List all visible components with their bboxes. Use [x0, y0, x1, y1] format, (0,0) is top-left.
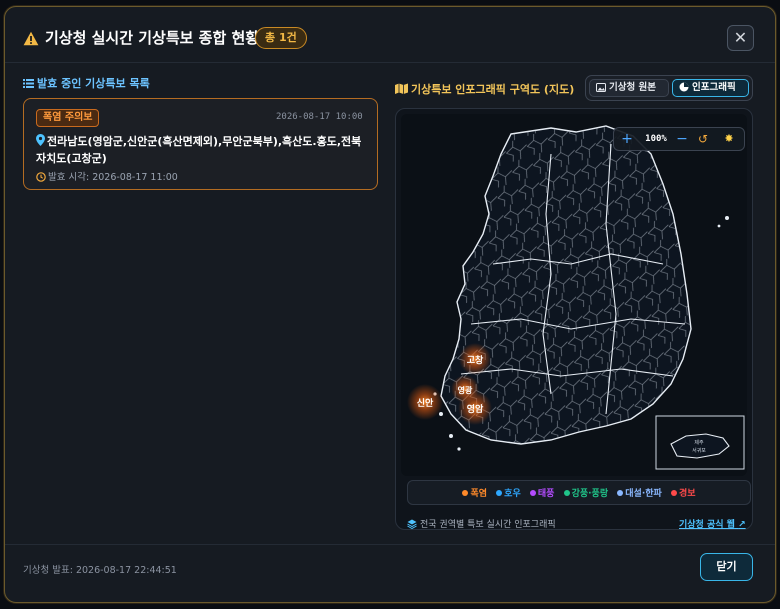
- legend-dot: [563, 490, 570, 496]
- hotspot-label: 영광: [458, 385, 473, 395]
- clock-icon: [36, 172, 46, 182]
- legend-dot: [617, 490, 624, 496]
- map-caption-text: 전국 권역별 특보 실시간 인포그래픽: [420, 520, 556, 530]
- list-icon: [23, 79, 34, 88]
- announcement-time: 기상청 발표: 2026-08-17 22:44:51: [23, 565, 177, 576]
- korea-map-graphic: 고창 영광 신안 영암 제주 서귀포: [407, 125, 745, 470]
- close-button[interactable]: ✕: [727, 25, 754, 51]
- map-caption: 전국 권역별 특보 실시간 인포그래픽: [407, 517, 556, 530]
- map-heading: 기상특보 인포그래픽 구역도 (지도): [395, 81, 574, 97]
- alert-list-heading: 발효 중인 기상특보 목록: [23, 75, 150, 91]
- legend-item: 대설·한파: [617, 486, 662, 499]
- tab-kma-original-label: 기상청 원본: [609, 82, 657, 93]
- legend-label: 강풍·풍랑: [571, 489, 609, 499]
- legend-dot: [529, 490, 536, 496]
- weather-alert-modal: 기상청 실시간 기상특보 종합 현황 총 1건 ✕ 발효 중인 기상특보 목록 …: [4, 6, 776, 603]
- warning-icon: [23, 31, 39, 46]
- map-heading-text: 기상특보 인포그래픽 구역도 (지도): [411, 83, 575, 96]
- legend-dot: [670, 490, 677, 496]
- legend-label: 호우: [504, 489, 521, 499]
- legend-dot: [496, 490, 503, 496]
- zoom-out-button[interactable]: −: [674, 130, 690, 148]
- modal-title: 기상청 실시간 기상특보 종합 현황: [45, 29, 260, 47]
- hotspot-label: 고창: [467, 354, 484, 366]
- hotspot-label: 신안: [417, 397, 434, 409]
- image-icon: [596, 83, 606, 92]
- alert-count-badge: 총 1건: [255, 27, 307, 49]
- map-view-tabs: 기상청 원본 인포그래픽: [585, 75, 753, 101]
- map-icon: [395, 83, 408, 94]
- korea-map[interactable]: 고창 영광 신안 영암 제주 서귀포 + 100% − ↺ ✸: [401, 114, 747, 476]
- tab-infographic-label: 인포그래픽: [692, 82, 736, 93]
- tab-kma-original[interactable]: 기상청 원본: [589, 79, 669, 97]
- alert-type-badge: 폭염 주의보: [36, 109, 100, 127]
- close-icon: ✕: [733, 28, 748, 47]
- legend-item: 강풍·풍랑: [563, 486, 609, 499]
- alert-card[interactable]: 폭염 주의보 2026-08-17 10:00 전라남도(영암군,신안군(흑산면…: [23, 98, 378, 190]
- legend-item: 태풍: [529, 486, 555, 499]
- legend-label: 폭염: [470, 489, 488, 499]
- pie-chart-icon: [679, 82, 689, 92]
- external-link-icon: ↗: [738, 520, 746, 530]
- legend-item: 폭염: [462, 486, 487, 499]
- zoom-in-button[interactable]: +: [618, 130, 636, 148]
- reset-icon[interactable]: ↺: [694, 130, 712, 148]
- location-pin-icon: [36, 134, 45, 146]
- layers-icon: [407, 519, 417, 529]
- zoom-level: 100%: [645, 134, 667, 144]
- seogwipo-label: 서귀포: [692, 447, 706, 454]
- tab-infographic[interactable]: 인포그래픽: [672, 79, 749, 97]
- alert-list-heading-text: 발효 중인 기상특보 목록: [37, 77, 150, 90]
- map-legend: 폭염 호우 태풍 강풍·풍랑 대설·한파 경보: [407, 480, 751, 505]
- map-zoom-controls: + 100% − ↺ ✸: [613, 127, 745, 151]
- legend-item: 경보: [670, 486, 696, 499]
- alert-date: 2026-08-17 10:00: [276, 112, 363, 122]
- legend-item: 호우: [496, 486, 521, 499]
- alert-region: 전라남도(영암군,신안군(흑산면제외),무안군북부),흑산도.홍도,전북자치도(…: [36, 133, 371, 167]
- map-panel: 고창 영광 신안 영암 제주 서귀포 + 100% − ↺ ✸ 폭염 호우 태풍…: [395, 108, 753, 530]
- hotspot-label: 영암: [467, 403, 484, 415]
- footer-divider: [5, 544, 775, 545]
- legend-label: 대설·한파: [625, 489, 662, 499]
- legend-label: 경보: [678, 489, 696, 499]
- modal-header: 기상청 실시간 기상특보 종합 현황 총 1건 ✕: [5, 7, 775, 63]
- close-dialog-button[interactable]: 닫기: [700, 553, 753, 581]
- kma-official-web-link[interactable]: 기상청 공식 웹 ↗: [679, 517, 746, 530]
- alert-region-text: 전라남도(영암군,신안군(흑산면제외),무안군북부),흑산도.홍도,전북자치도(…: [36, 135, 362, 165]
- jeju-label: 제주: [694, 439, 704, 446]
- legend-dot: [462, 490, 469, 496]
- theme-toggle-icon[interactable]: ✸: [720, 130, 738, 148]
- alert-issued-text: 발효 시각: 2026-08-17 11:00: [48, 172, 178, 183]
- legend-label: 태풍: [537, 489, 555, 499]
- alert-issued-time: 발효 시각: 2026-08-17 11:00: [36, 169, 178, 183]
- kma-link-text: 기상청 공식 웹: [679, 520, 735, 530]
